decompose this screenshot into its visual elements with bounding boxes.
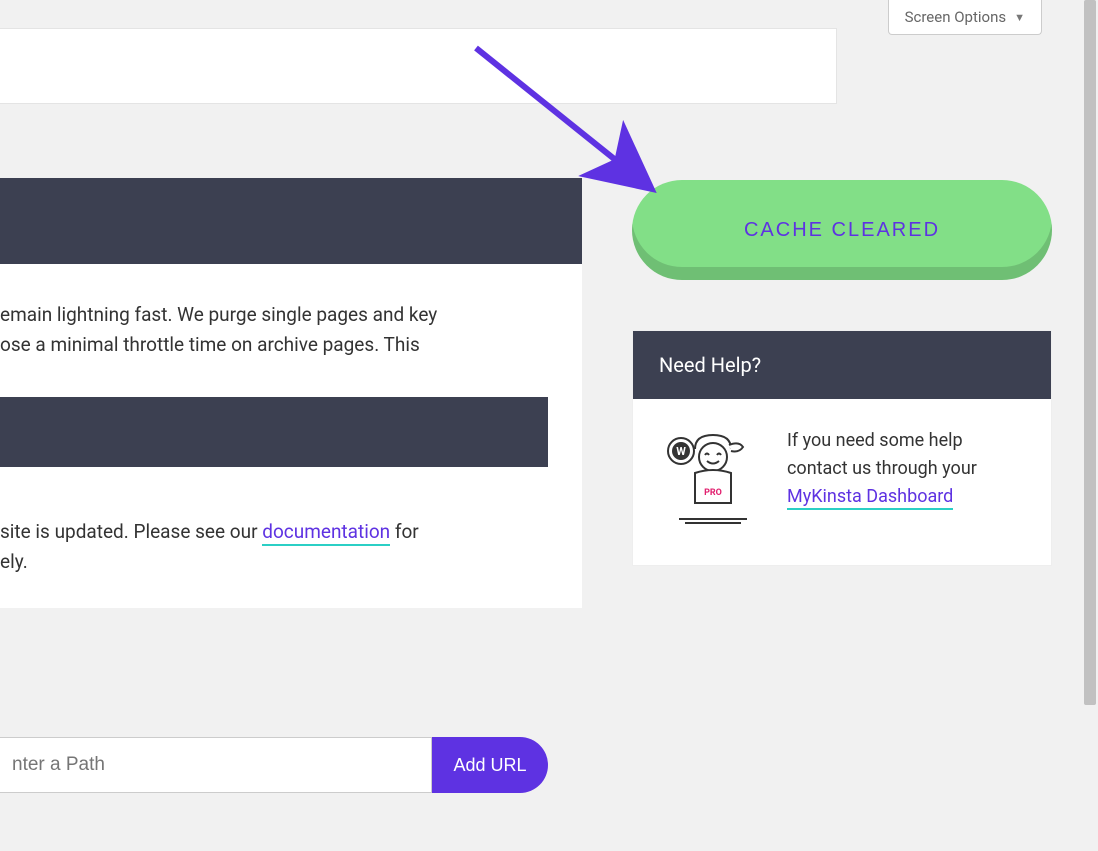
- screen-options-button[interactable]: Screen Options ▼: [888, 0, 1042, 35]
- section-body-1: emain lightning fast. We purge single pa…: [0, 264, 582, 397]
- main-card: emain lightning fast. We purge single pa…: [0, 178, 582, 608]
- path-input[interactable]: [0, 737, 432, 793]
- chevron-down-icon: ▼: [1014, 11, 1025, 24]
- scrollbar-thumb[interactable]: [1084, 0, 1096, 705]
- section-header-1: [0, 178, 582, 264]
- vertical-scrollbar[interactable]: [1082, 0, 1098, 851]
- add-url-button[interactable]: Add URL: [432, 737, 548, 793]
- top-panel: [0, 28, 837, 104]
- section-header-2: [0, 397, 548, 467]
- svg-text:W: W: [676, 445, 686, 458]
- section-body-2: site is updated. Please see our document…: [0, 467, 582, 608]
- help-title: Need Help?: [633, 331, 1051, 399]
- url-input-section: Add URL: [0, 657, 548, 833]
- documentation-link[interactable]: documentation: [262, 520, 390, 546]
- help-text-before: If you need some help contact us through…: [787, 430, 977, 479]
- body2-before: site is updated. Please see our: [0, 520, 262, 543]
- help-card: Need Help? W PRO: [632, 330, 1052, 566]
- mykinsta-dashboard-link[interactable]: MyKinsta Dashboard: [787, 486, 953, 510]
- help-text: If you need some help contact us through…: [787, 427, 1025, 511]
- help-illustration-icon: W PRO: [659, 427, 759, 531]
- cache-cleared-button[interactable]: CACHE CLEARED: [632, 180, 1052, 280]
- pro-badge: PRO: [704, 488, 722, 498]
- screen-options-label: Screen Options: [905, 8, 1007, 26]
